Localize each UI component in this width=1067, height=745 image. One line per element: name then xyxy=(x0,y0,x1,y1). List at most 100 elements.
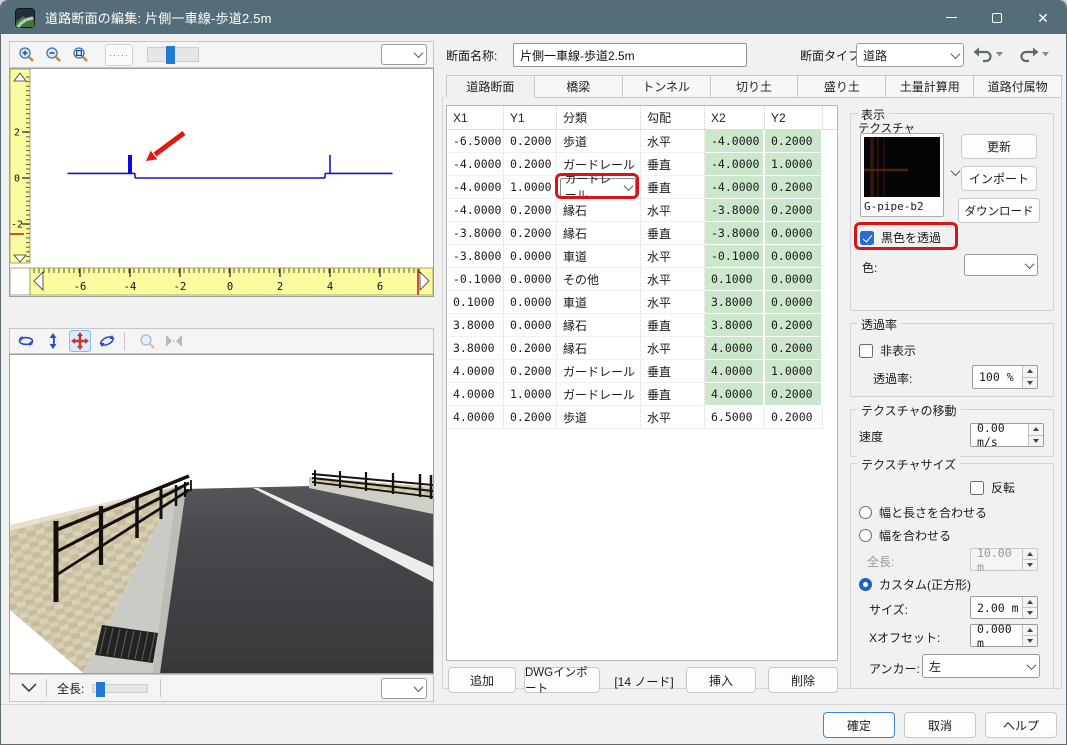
table-cell[interactable]: 垂直 xyxy=(641,360,705,383)
black-transparent-checkbox[interactable] xyxy=(860,231,874,245)
tab-3[interactable]: 切り土 xyxy=(711,75,799,98)
table-cell[interactable]: -6.5000 xyxy=(447,130,504,153)
table-cell[interactable]: 垂直 xyxy=(641,222,705,245)
add-button[interactable]: 追加 xyxy=(448,667,516,693)
ok-button[interactable]: 確定 xyxy=(823,712,895,738)
zoom-slider-handle[interactable] xyxy=(166,46,175,64)
table-cell[interactable]: 0.0000 xyxy=(765,291,823,314)
table-cell[interactable]: -3.8000 xyxy=(705,199,765,222)
preview-3d-layer-combo[interactable] xyxy=(381,678,427,699)
table-cell[interactable]: 縁石 xyxy=(557,314,641,337)
title-bar[interactable]: 道路断面の編集: 片側一車線-歩道2.5m ✕ xyxy=(1,1,1066,34)
preview-2d-panel[interactable]: -6-4-2024620-2 xyxy=(9,68,434,297)
table-cell[interactable]: 3.8000 xyxy=(447,314,504,337)
flip-checkbox[interactable] xyxy=(970,481,984,495)
table-cell[interactable]: -4.0000 xyxy=(705,130,765,153)
table-cell[interactable]: 0.2000 xyxy=(504,337,557,360)
table-cell[interactable]: 0.2000 xyxy=(765,337,823,360)
table-cell[interactable]: 歩道 xyxy=(557,406,641,429)
spinner-up[interactable] xyxy=(1023,366,1037,377)
custom-radio[interactable] xyxy=(859,578,872,591)
table-cell[interactable]: 0.0000 xyxy=(765,245,823,268)
table-cell[interactable]: 垂直 xyxy=(641,176,705,199)
x-offset-spinner[interactable]: 0.000 m xyxy=(970,624,1038,647)
table-cell[interactable]: 1.0000 xyxy=(765,153,823,176)
tab-5[interactable]: 土量計算用 xyxy=(886,75,974,98)
table-row[interactable]: -4.00000.2000縁石水平-3.80000.2000 xyxy=(447,199,837,222)
table-cell[interactable]: 4.0000 xyxy=(705,360,765,383)
spinner-up[interactable] xyxy=(1029,424,1043,435)
insert-button[interactable]: 挿入 xyxy=(686,667,756,693)
table-cell[interactable]: 4.0000 xyxy=(447,406,504,429)
table-cell[interactable]: 縁石 xyxy=(557,222,641,245)
table-cell[interactable]: -4.0000 xyxy=(447,176,504,199)
length-slider[interactable] xyxy=(92,684,148,693)
dwg-import-button[interactable]: DWGインポート xyxy=(524,667,600,693)
table-row[interactable]: 0.10000.0000車道水平3.80000.0000 xyxy=(447,291,837,314)
table-cell[interactable]: -3.8000 xyxy=(447,245,504,268)
table-cell[interactable]: 0.2000 xyxy=(504,360,557,383)
zoom-in-icon[interactable] xyxy=(15,44,37,66)
redo-button[interactable] xyxy=(1019,45,1050,63)
table-cell[interactable]: 1.0000 xyxy=(765,360,823,383)
node-table[interactable]: X1Y1分類勾配X2Y2 -6.50000.2000歩道水平-4.00000.2… xyxy=(446,105,838,661)
table-cell[interactable]: 0.0000 xyxy=(504,314,557,337)
flip-row[interactable]: 反転 xyxy=(970,479,1015,496)
close-button[interactable]: ✕ xyxy=(1020,1,1066,34)
section-name-input[interactable] xyxy=(513,43,747,67)
cancel-button[interactable]: 取消 xyxy=(904,712,976,738)
maximize-button[interactable] xyxy=(974,1,1020,34)
table-cell[interactable]: ガードレール xyxy=(557,383,641,406)
fit-width-radio[interactable] xyxy=(859,529,872,542)
table-cell[interactable]: 0.2000 xyxy=(765,199,823,222)
table-row[interactable]: -6.50000.2000歩道水平-4.00000.2000 xyxy=(447,130,837,153)
table-cell[interactable]: 0.2000 xyxy=(504,199,557,222)
table-cell[interactable]: 水平 xyxy=(641,291,705,314)
size-spinner[interactable]: 2.00 m xyxy=(970,596,1038,619)
table-cell[interactable]: 0.2000 xyxy=(504,406,557,429)
spinner-up[interactable] xyxy=(1023,597,1037,607)
table-row[interactable]: 3.80000.0000縁石垂直3.80000.2000 xyxy=(447,314,837,337)
fit-width-length-radio[interactable] xyxy=(859,506,872,519)
table-cell[interactable]: -4.0000 xyxy=(447,153,504,176)
orbit-free-icon[interactable] xyxy=(96,330,118,352)
fit-width-row[interactable]: 幅を合わせる xyxy=(859,527,951,544)
table-cell[interactable]: -3.8000 xyxy=(705,222,765,245)
undo-button[interactable] xyxy=(973,45,1004,63)
table-cell[interactable]: 0.2000 xyxy=(504,130,557,153)
preview-3d-scene[interactable] xyxy=(10,355,433,673)
table-cell[interactable]: 0.2000 xyxy=(504,153,557,176)
orbit-horizontal-icon[interactable] xyxy=(15,330,37,352)
table-cell[interactable]: 垂直 xyxy=(641,153,705,176)
table-cell[interactable]: 4.0000 xyxy=(447,360,504,383)
table-cell[interactable]: 垂直 xyxy=(641,383,705,406)
table-cell[interactable]: -3.8000 xyxy=(447,222,504,245)
table-cell[interactable]: 水平 xyxy=(641,130,705,153)
anchor-combo[interactable]: 左 xyxy=(922,654,1040,678)
table-cell[interactable]: 0.2000 xyxy=(765,176,823,199)
download-button[interactable]: ダウンロード xyxy=(958,198,1040,223)
minimize-button[interactable] xyxy=(928,1,974,34)
table-cell[interactable]: 0.2000 xyxy=(765,383,823,406)
spinner-down[interactable] xyxy=(1029,435,1043,447)
preview-3d-panel[interactable] xyxy=(9,354,434,674)
table-row[interactable]: -3.80000.0000車道水平-0.10000.0000 xyxy=(447,245,837,268)
table-cell[interactable]: 0.0000 xyxy=(765,222,823,245)
table-cell[interactable]: -4.0000 xyxy=(447,199,504,222)
spinner-down[interactable] xyxy=(1023,607,1037,618)
length-slider-handle[interactable] xyxy=(96,682,105,697)
custom-row[interactable]: カスタム(正方形) xyxy=(859,576,971,593)
table-cell[interactable]: -0.1000 xyxy=(705,245,765,268)
table-cell[interactable]: 0.2000 xyxy=(765,314,823,337)
table-cell[interactable]: 4.0000 xyxy=(705,383,765,406)
texture-preview-box[interactable]: G-pipe-b2 xyxy=(860,133,944,217)
table-row[interactable]: -4.00001.0000ガードレール垂直-4.00000.2000 xyxy=(447,176,837,199)
table-cell[interactable]: 水平 xyxy=(641,337,705,360)
speed-spinner[interactable]: 0.00 m/s xyxy=(970,423,1044,447)
table-cell[interactable]: その他 xyxy=(557,268,641,291)
black-transparent-row[interactable]: 黒色を透過 xyxy=(860,229,941,246)
update-button[interactable]: 更新 xyxy=(961,134,1037,159)
spinner-down[interactable] xyxy=(1023,635,1037,646)
table-cell[interactable]: 0.0000 xyxy=(504,291,557,314)
pan-icon[interactable] xyxy=(69,330,91,352)
